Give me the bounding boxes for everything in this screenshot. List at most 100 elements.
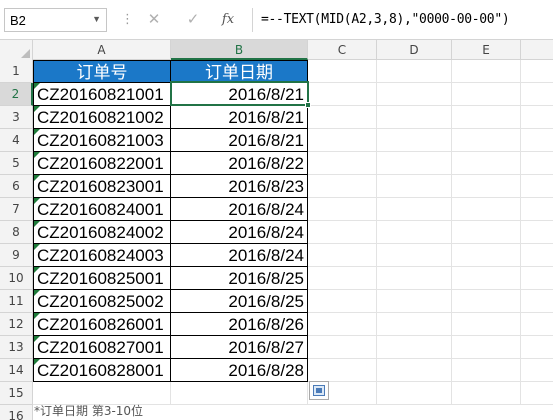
cell[interactable] <box>377 336 452 359</box>
cell[interactable] <box>308 290 377 313</box>
order-number-cell[interactable]: CZ20160821003 <box>33 129 171 152</box>
cell[interactable] <box>452 106 521 129</box>
row-header[interactable]: 14 <box>0 359 33 382</box>
order-number-cell[interactable]: CZ20160821001 <box>33 83 171 106</box>
column-header-b[interactable]: B <box>171 40 308 60</box>
cell[interactable] <box>377 313 452 336</box>
row-header[interactable]: 8 <box>0 221 33 244</box>
cell[interactable] <box>377 267 452 290</box>
row-header[interactable]: 4 <box>0 129 33 152</box>
order-number-cell[interactable]: CZ20160821002 <box>33 106 171 129</box>
cell[interactable] <box>521 382 553 405</box>
cell[interactable] <box>521 313 553 336</box>
column-header-c[interactable]: C <box>308 40 377 60</box>
row-header[interactable]: 10 <box>0 267 33 290</box>
formula-input[interactable]: =--TEXT(MID(A2,3,8),"0000-00-00") <box>252 8 551 32</box>
cell[interactable] <box>452 267 521 290</box>
cell[interactable] <box>452 60 521 83</box>
order-date-cell[interactable]: 2016/8/23 <box>171 175 308 198</box>
cell[interactable] <box>377 290 452 313</box>
cell[interactable] <box>308 198 377 221</box>
cell[interactable] <box>377 198 452 221</box>
order-number-cell[interactable]: CZ20160822001 <box>33 152 171 175</box>
cell[interactable] <box>521 198 553 221</box>
order-date-cell[interactable]: 2016/8/24 <box>171 244 308 267</box>
order-number-cell[interactable]: CZ20160828001 <box>33 359 171 382</box>
cell[interactable] <box>377 129 452 152</box>
row-header[interactable]: 12 <box>0 313 33 336</box>
cell[interactable] <box>377 244 452 267</box>
cell[interactable] <box>521 152 553 175</box>
cancel-icon[interactable]: ✕ <box>141 8 167 32</box>
cell[interactable] <box>171 382 308 405</box>
row-header[interactable]: 2 <box>0 83 33 106</box>
row-header[interactable]: 13 <box>0 336 33 359</box>
cell[interactable] <box>452 221 521 244</box>
cell[interactable] <box>452 152 521 175</box>
order-date-cell[interactable]: 2016/8/21 <box>171 106 308 129</box>
cell[interactable] <box>521 221 553 244</box>
cell[interactable] <box>308 221 377 244</box>
order-number-cell[interactable]: CZ20160826001 <box>33 313 171 336</box>
cell[interactable] <box>377 83 452 106</box>
column-header-e[interactable]: E <box>452 40 521 60</box>
order-number-cell[interactable]: CZ20160827001 <box>33 336 171 359</box>
column-header-f[interactable] <box>521 40 553 60</box>
order-number-cell[interactable]: CZ20160824003 <box>33 244 171 267</box>
cell[interactable] <box>308 313 377 336</box>
column-header-d[interactable]: D <box>377 40 452 60</box>
row-header[interactable]: 15 <box>0 382 33 405</box>
cell[interactable] <box>308 359 377 382</box>
cell[interactable] <box>521 290 553 313</box>
row-header[interactable]: 11 <box>0 290 33 313</box>
cell[interactable] <box>521 267 553 290</box>
order-number-cell[interactable]: CZ20160824002 <box>33 221 171 244</box>
order-date-cell[interactable]: 2016/8/26 <box>171 313 308 336</box>
insert-function-icon[interactable]: fx <box>215 8 241 32</box>
quick-analysis-button[interactable] <box>309 381 329 400</box>
cell[interactable] <box>377 106 452 129</box>
cell[interactable] <box>521 244 553 267</box>
order-number-cell[interactable]: CZ20160825001 <box>33 267 171 290</box>
order-date-cell[interactable]: 2016/8/25 <box>171 267 308 290</box>
cell[interactable] <box>308 152 377 175</box>
order-date-cell[interactable]: 2016/8/24 <box>171 221 308 244</box>
cell[interactable] <box>521 83 553 106</box>
header-cell-order-date[interactable]: 订单日期 <box>171 60 308 83</box>
column-header-a[interactable]: A <box>33 40 171 60</box>
select-all-button[interactable] <box>0 40 33 60</box>
cell[interactable] <box>452 336 521 359</box>
cell[interactable] <box>377 152 452 175</box>
cell[interactable] <box>377 60 452 83</box>
order-number-cell[interactable]: CZ20160825002 <box>33 290 171 313</box>
cell[interactable] <box>452 359 521 382</box>
order-date-cell[interactable]: 2016/8/28 <box>171 359 308 382</box>
header-cell-order-number[interactable]: 订单号 <box>33 60 171 83</box>
cell[interactable] <box>308 60 377 83</box>
order-date-cell[interactable]: 2016/8/21 <box>171 129 308 152</box>
cell[interactable] <box>521 129 553 152</box>
row-header[interactable]: 9 <box>0 244 33 267</box>
order-number-cell[interactable]: CZ20160823001 <box>33 175 171 198</box>
cell[interactable] <box>452 290 521 313</box>
cell[interactable] <box>308 129 377 152</box>
row-header[interactable]: 5 <box>0 152 33 175</box>
cell[interactable] <box>521 106 553 129</box>
chevron-down-icon[interactable]: ▼ <box>92 14 101 24</box>
worksheet-grid[interactable]: A B C D E 1 订单号 订单日期 2 CZ20160821001 2016/… <box>0 40 553 420</box>
cell[interactable] <box>377 175 452 198</box>
order-date-cell[interactable]: 2016/8/22 <box>171 152 308 175</box>
enter-icon[interactable]: ✓ <box>180 8 206 32</box>
order-date-cell[interactable]: 2016/8/25 <box>171 290 308 313</box>
cell[interactable] <box>377 382 452 405</box>
row-header[interactable]: 16 <box>0 405 33 420</box>
formula-bar-grip[interactable]: ⋮ <box>121 11 134 27</box>
cell[interactable] <box>452 382 521 405</box>
row-header[interactable]: 7 <box>0 198 33 221</box>
cell[interactable] <box>521 175 553 198</box>
order-date-cell[interactable]: 2016/8/24 <box>171 198 308 221</box>
cell[interactable] <box>308 106 377 129</box>
cell[interactable] <box>452 198 521 221</box>
row-header[interactable]: 3 <box>0 106 33 129</box>
cell[interactable] <box>377 359 452 382</box>
